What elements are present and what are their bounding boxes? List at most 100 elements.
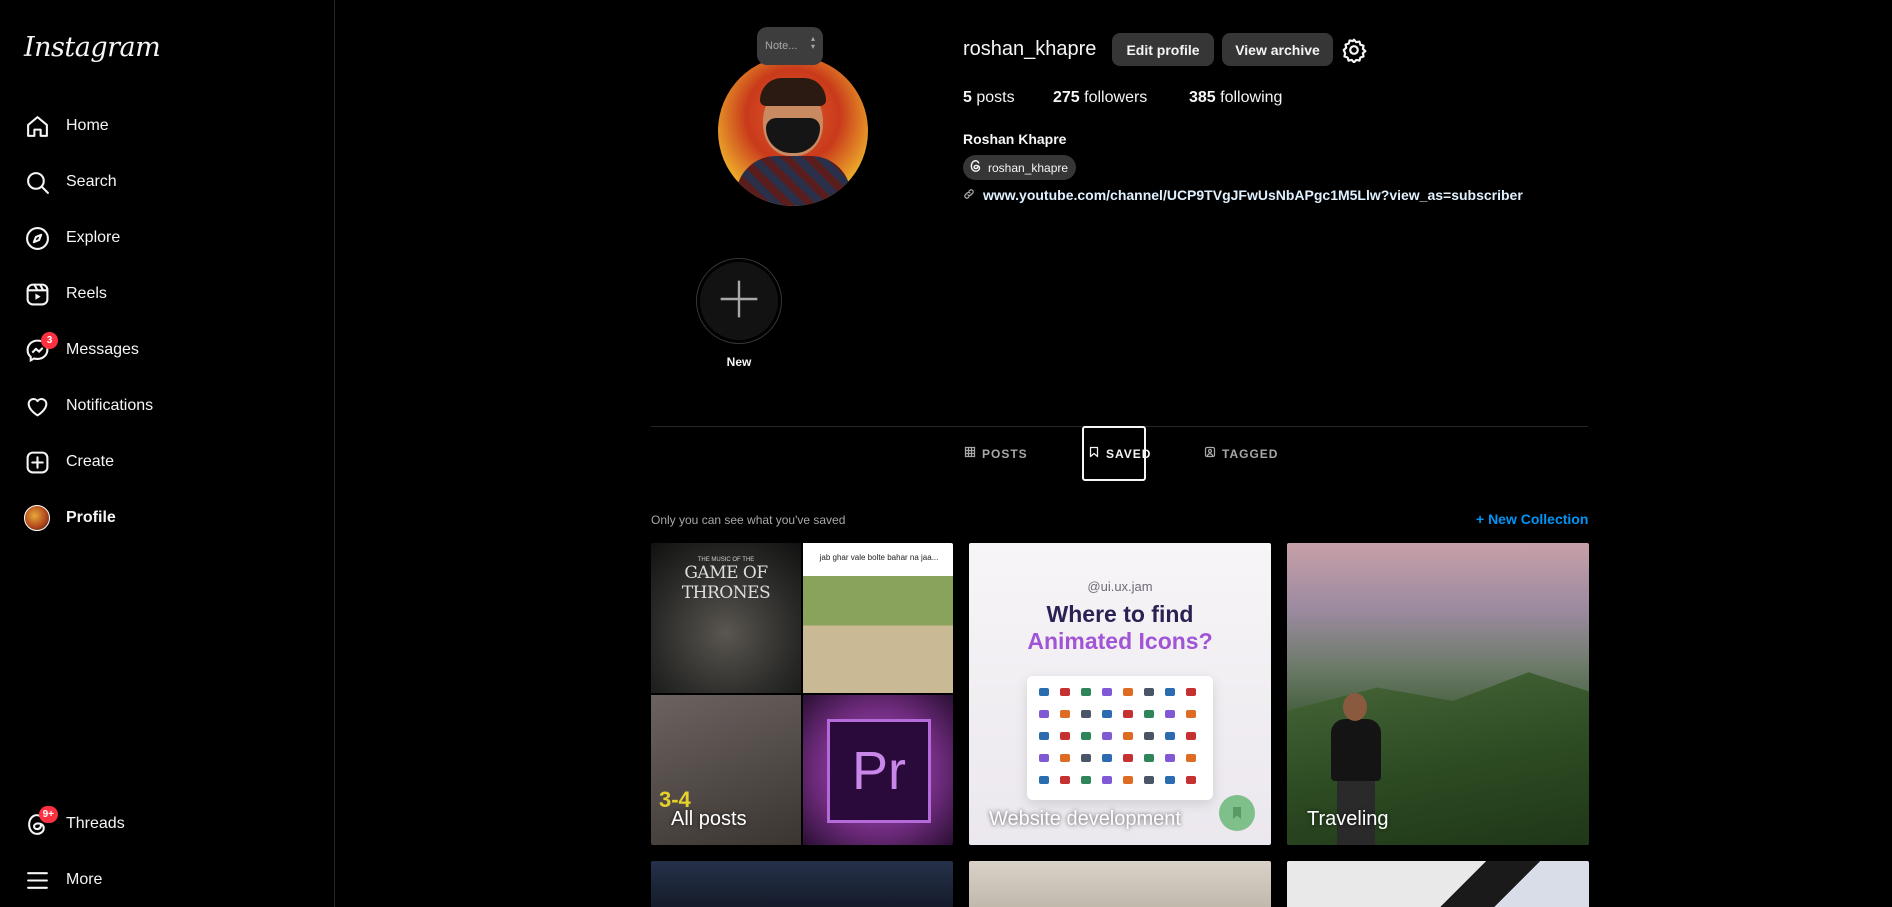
saved-thumb-couple: jab ghar vale bolte bahar na jaa...	[803, 543, 953, 693]
heart-icon	[24, 393, 50, 419]
plus-square-icon	[24, 449, 50, 475]
grid-icon	[964, 446, 982, 461]
icon-grid-cell	[1165, 688, 1175, 696]
sidebar-item-notifications[interactable]: Notifications	[12, 382, 322, 430]
home-icon	[24, 113, 50, 139]
profile-picture[interactable]	[718, 56, 868, 206]
sidebar-item-label: Notifications	[66, 397, 154, 414]
sidebar-item-profile[interactable]: Profile	[12, 494, 322, 542]
threads-icon: 9+	[24, 806, 58, 837]
note-bubble[interactable]: Note... ▴ ▾	[757, 27, 823, 65]
tab-posts[interactable]: POSTS	[964, 426, 1028, 481]
link-icon	[963, 187, 983, 203]
instagram-app: Instagram Home Search Explore Reels 3 Me…	[0, 0, 1892, 907]
collection-website-development[interactable]: @ui.ux.jam Where to find Animated Icons?…	[969, 543, 1271, 845]
collection-all-posts[interactable]: THE MUSIC OF THE GAME OF THRONES jab gha…	[651, 543, 953, 845]
sidebar-item-explore[interactable]: Explore	[12, 214, 322, 262]
icon-grid-cell	[1039, 710, 1049, 718]
profile-link-text: www.youtube.com/channel/UCP9TVgJFwUsNbAP…	[983, 187, 1523, 203]
collection-title: All posts	[671, 808, 747, 830]
icon-grid-cell	[1165, 710, 1175, 718]
icon-grid-cell	[1102, 754, 1112, 762]
sidebar-item-label: Home	[66, 117, 109, 134]
profile-full-name: Roshan Khapre	[963, 131, 1067, 147]
profile-link[interactable]: www.youtube.com/channel/UCP9TVgJFwUsNbAP…	[963, 187, 1523, 203]
icon-grid-preview	[1027, 676, 1213, 800]
icon-grid-cell	[1081, 754, 1091, 762]
saved-privacy-note: Only you can see what you've saved	[651, 513, 846, 527]
collection-title: Website development	[989, 808, 1181, 830]
icon-grid-cell	[1186, 776, 1196, 784]
collection-tile[interactable]	[969, 861, 1271, 907]
icon-grid-cell	[1060, 754, 1070, 762]
edit-profile-button[interactable]: Edit profile	[1112, 33, 1214, 66]
sidebar: Instagram Home Search Explore Reels 3 Me…	[0, 0, 335, 907]
icon-grid-cell	[1060, 688, 1070, 696]
compass-icon	[24, 225, 50, 251]
icon-grid-cell	[1102, 710, 1112, 718]
icon-grid-cell	[1123, 710, 1133, 718]
collection-tile[interactable]	[1287, 861, 1589, 907]
sidebar-item-label: Reels	[66, 285, 107, 302]
sidebar-item-more[interactable]: More	[12, 856, 322, 904]
icon-grid-cell	[1144, 754, 1154, 762]
profile-avatar	[24, 505, 50, 531]
messenger-icon: 3	[24, 332, 58, 363]
icon-grid-cell	[1081, 710, 1091, 718]
reels-icon	[24, 281, 50, 307]
collection-tile[interactable]	[651, 861, 953, 907]
tab-tagged[interactable]: TAGGED	[1204, 426, 1278, 481]
threads-handle-pill[interactable]: roshan_khapre	[963, 155, 1077, 180]
icon-grid-cell	[1186, 710, 1196, 718]
instagram-logo[interactable]: Instagram	[24, 32, 161, 63]
sidebar-item-search[interactable]: Search	[12, 158, 322, 206]
icon-grid-cell	[1102, 732, 1112, 740]
icon-grid-cell	[1039, 732, 1049, 740]
sidebar-item-threads[interactable]: 9+ Threads	[12, 800, 322, 848]
settings-gear-icon[interactable]	[1341, 37, 1367, 64]
profile-username: roshan_khapre	[963, 38, 1097, 60]
bookmark-icon	[1219, 795, 1255, 831]
collection-title: Traveling	[1307, 808, 1389, 830]
icon-grid-cell	[1123, 732, 1133, 740]
sidebar-item-label: Create	[66, 453, 115, 470]
icon-grid-cell	[1144, 776, 1154, 784]
icon-grid-cell	[1144, 732, 1154, 740]
threads-handle: roshan_khapre	[988, 160, 1069, 175]
sidebar-item-messages[interactable]: 3 Messages	[12, 326, 322, 374]
new-highlight-button[interactable]	[696, 258, 782, 344]
icon-grid-cell	[1060, 710, 1070, 718]
sidebar-item-label: Explore	[66, 229, 121, 246]
messages-badge: 3	[41, 332, 58, 349]
threads-icon	[969, 159, 988, 176]
icon-grid-cell	[1186, 688, 1196, 696]
following-count[interactable]: 385 following	[1189, 89, 1282, 107]
sidebar-item-label: Search	[66, 173, 117, 190]
plus-icon	[717, 277, 761, 326]
icon-grid-cell	[1123, 688, 1133, 696]
icon-grid-cell	[1081, 732, 1091, 740]
sidebar-item-create[interactable]: Create	[12, 438, 322, 486]
icon-grid-cell	[1123, 776, 1133, 784]
sidebar-item-label: Threads	[66, 815, 125, 832]
view-archive-button[interactable]: View archive	[1222, 33, 1333, 66]
sidebar-item-home[interactable]: Home	[12, 102, 322, 150]
saved-thumb-got: THE MUSIC OF THE GAME OF THRONES	[651, 543, 801, 693]
profile-main: Note... ▴ ▾ roshan_khapre Edit profile Vi…	[336, 0, 1892, 907]
new-collection-button[interactable]: + New Collection	[1476, 511, 1588, 527]
icon-grid-cell	[1186, 732, 1196, 740]
icon-grid-cell	[1039, 754, 1049, 762]
icon-grid-cell	[1039, 688, 1049, 696]
icon-grid-cell	[1081, 688, 1091, 696]
icon-grid-cell	[1165, 732, 1175, 740]
sidebar-item-label: Messages	[66, 341, 139, 358]
collection-traveling[interactable]: Traveling	[1287, 543, 1589, 845]
tab-saved[interactable]: SAVED	[1082, 426, 1150, 481]
threads-badge: 9+	[38, 806, 58, 823]
followers-count[interactable]: 275 followers	[1053, 89, 1147, 107]
sidebar-item-reels[interactable]: Reels	[12, 270, 322, 318]
note-placeholder: Note...	[765, 40, 798, 52]
note-stepper-icon: ▴ ▾	[810, 34, 815, 51]
icon-grid-cell	[1123, 754, 1133, 762]
icon-grid-cell	[1060, 732, 1070, 740]
